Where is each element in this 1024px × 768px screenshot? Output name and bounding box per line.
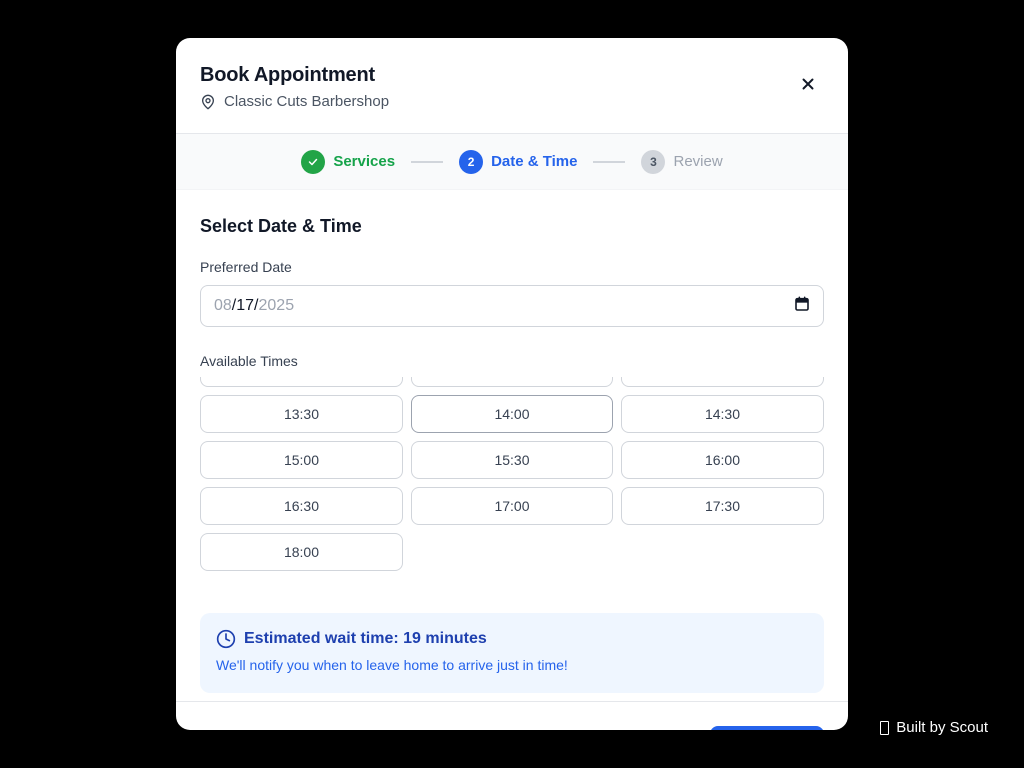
time-slot[interactable]: 17:30	[621, 487, 824, 525]
map-pin-icon	[200, 94, 216, 110]
calendar-icon[interactable]	[794, 296, 810, 317]
time-slot[interactable]: 16:30	[200, 487, 403, 525]
step-services: Services	[301, 149, 396, 174]
step-label: Date & Time	[491, 153, 578, 170]
step-label: Services	[333, 153, 396, 170]
time-slot[interactable]: 18:00	[200, 533, 403, 571]
time-slots-grid: 13:30 14:00 14:30 15:00 15:30 16:00 16:3…	[200, 377, 824, 571]
time-slot[interactable]: 15:30	[411, 441, 613, 479]
time-slot[interactable]	[411, 377, 613, 387]
date-value: 08/17/2025	[214, 297, 294, 315]
close-icon	[799, 75, 817, 98]
modal-footer	[176, 701, 848, 730]
badge-text: Built by Scout	[896, 719, 988, 736]
wait-time-heading: Estimated wait time: 19 minutes	[216, 629, 808, 649]
modal-body: Select Date & Time Preferred Date 08/17/…	[176, 190, 848, 693]
step-number: 2	[459, 149, 484, 174]
date-day: 17	[236, 297, 255, 314]
wait-time-title: Estimated wait time: 19 minutes	[244, 630, 487, 647]
close-button[interactable]	[796, 74, 820, 98]
date-input[interactable]: 08/17/2025	[200, 285, 824, 327]
modal-header: Book Appointment Classic Cuts Barbershop	[176, 38, 848, 134]
time-slot[interactable]: 13:30	[200, 395, 403, 433]
date-label: Preferred Date	[200, 259, 292, 275]
step-label: Review	[673, 153, 723, 170]
time-slot[interactable]: 17:00	[411, 487, 613, 525]
step-connector	[593, 160, 626, 163]
wait-time-info: Estimated wait time: 19 minutes We'll no…	[200, 613, 824, 693]
continue-button[interactable]	[710, 726, 824, 730]
shop-name: Classic Cuts Barbershop	[224, 93, 390, 110]
booking-stepper: Services 2 Date & Time 3 Review	[176, 134, 848, 190]
time-slot[interactable]: 16:00	[621, 441, 824, 479]
time-slot[interactable]	[621, 377, 824, 387]
step-number: 3	[641, 149, 666, 174]
badge-icon	[880, 720, 890, 735]
shop-info: Classic Cuts Barbershop	[200, 93, 824, 110]
times-label: Available Times	[200, 353, 298, 369]
time-slot[interactable]: 14:30	[621, 395, 824, 433]
time-slot[interactable]: 15:00	[200, 441, 403, 479]
built-by-badge[interactable]: Built by Scout	[880, 719, 988, 736]
wait-time-text: We'll notify you when to leave home to a…	[216, 657, 568, 673]
check-icon	[301, 149, 326, 174]
booking-modal: Book Appointment Classic Cuts Barbershop	[176, 38, 848, 730]
step-review: 3 Review	[641, 149, 723, 174]
section-title: Select Date & Time	[200, 216, 362, 236]
time-slot[interactable]	[200, 377, 403, 387]
date-month: 08	[214, 297, 232, 314]
time-slot[interactable]: 14:00	[411, 395, 613, 433]
step-date-time: 2 Date & Time	[459, 149, 578, 174]
clock-icon	[216, 629, 236, 649]
date-year: 2025	[258, 297, 295, 314]
time-slots-list[interactable]: 13:30 14:00 14:30 15:00 15:30 16:00 16:3…	[200, 377, 824, 589]
step-connector	[411, 160, 444, 163]
modal-title: Book Appointment	[200, 64, 375, 86]
